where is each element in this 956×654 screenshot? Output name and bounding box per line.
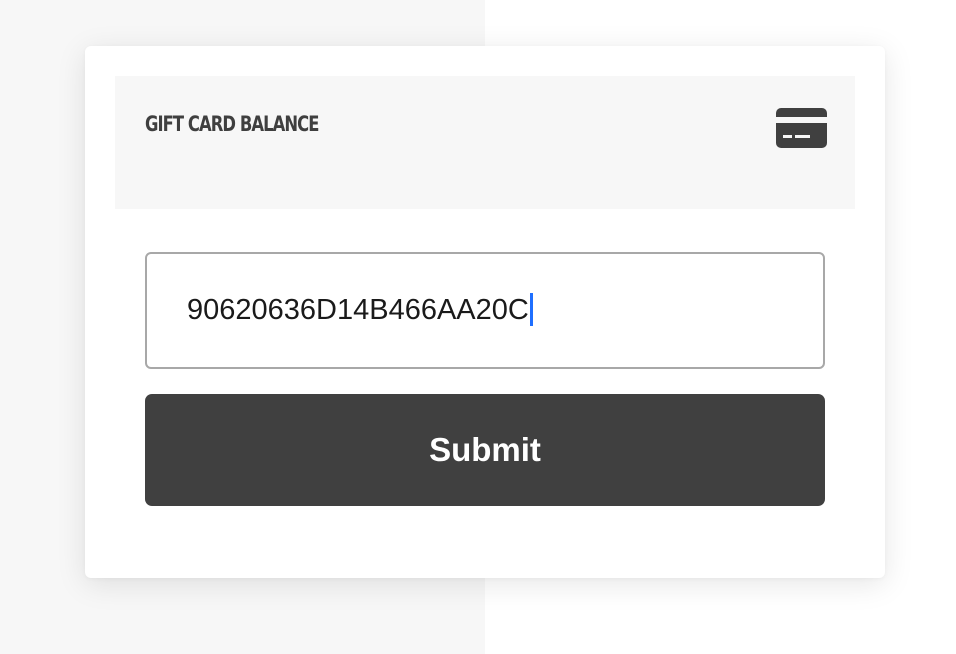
gift-card-balance-card: GIFT CARD BALANCE 90620636D14B466AA20C S… — [85, 46, 885, 578]
gift-card-number-value: 90620636D14B466AA20C — [187, 294, 529, 326]
text-caret — [529, 292, 533, 326]
gift-card-number-input[interactable]: 90620636D14B466AA20C — [145, 252, 825, 369]
card-title: GIFT CARD BALANCE — [145, 112, 319, 136]
submit-button[interactable]: Submit — [145, 394, 825, 506]
card-header: GIFT CARD BALANCE — [115, 76, 855, 209]
credit-card-icon — [776, 108, 827, 148]
